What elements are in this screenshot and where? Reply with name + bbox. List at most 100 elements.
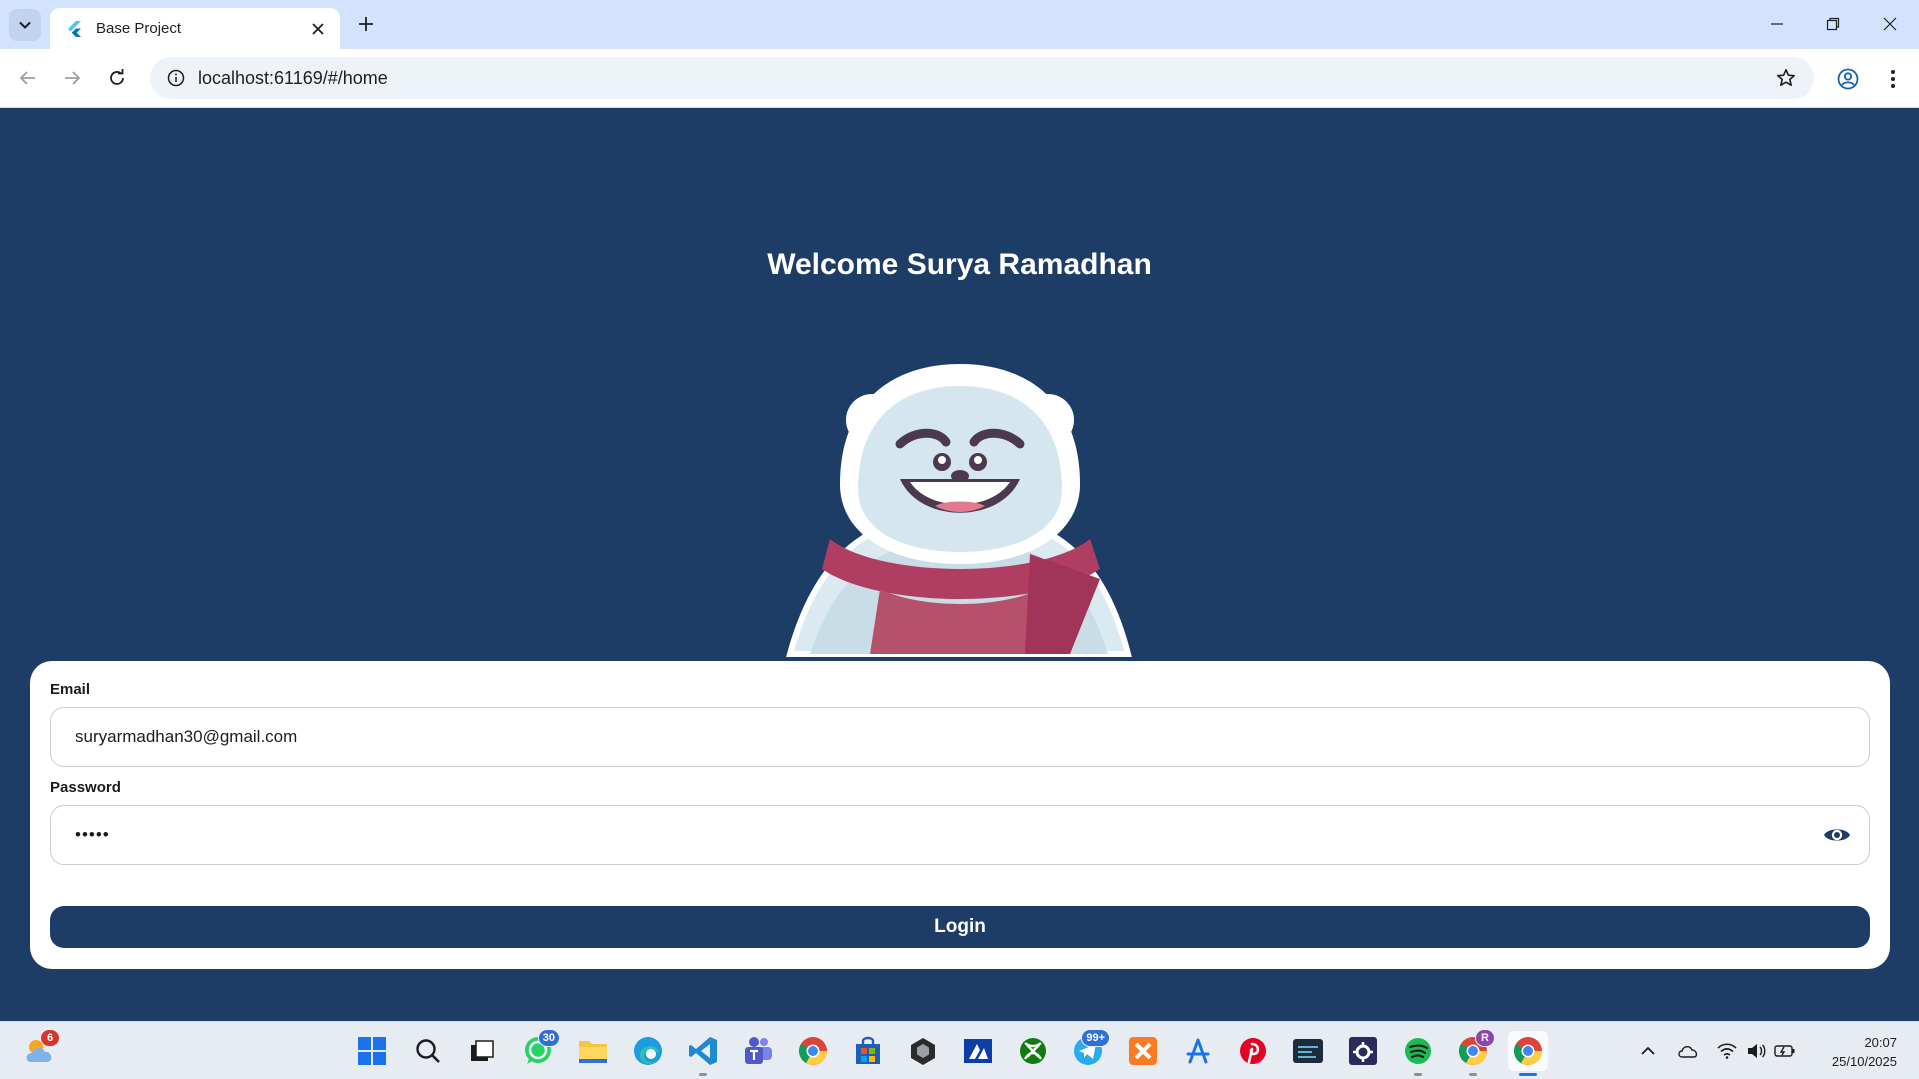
cloud-icon [1678,1046,1698,1058]
profile-icon [1837,68,1859,90]
chrome-icon [799,1037,827,1065]
arrow-left-icon [19,71,35,85]
password-value: ••••• [75,825,110,844]
xbox-icon [1020,1038,1046,1064]
windows-taskbar: 6 30 99+ R 20:07 25/10/2025 [0,1021,1919,1079]
profile-button[interactable] [1832,63,1864,95]
clock-date: 25/10/2025 [1831,1054,1897,1069]
site-info-icon[interactable] [164,66,188,90]
forward-button[interactable] [57,63,87,93]
vscode-app[interactable] [683,1031,723,1076]
login-card: Email suryarmadhan30@gmail.com Password … [30,661,1890,969]
app-launcher-app[interactable] [1178,1031,1218,1071]
running-indicator [699,1073,707,1076]
pinterest-app[interactable] [1233,1031,1273,1071]
windows-logo-icon [358,1037,386,1065]
browser-tab-active[interactable]: Base Project [50,8,340,49]
search-icon [416,1039,440,1063]
reload-icon [110,69,124,85]
azure-app[interactable] [958,1031,998,1071]
spotify-icon [1405,1038,1431,1064]
browser-tabstrip: Base Project [0,0,1919,49]
chrome-icon [1514,1037,1542,1065]
onedrive-tray[interactable] [1675,1038,1701,1064]
wifi-tray[interactable] [1714,1038,1740,1064]
reload-button[interactable] [102,63,132,93]
weather-badge: 6 [40,1029,60,1047]
email-label: Email [50,681,91,698]
eye-icon [1824,829,1850,841]
xbox-app[interactable] [1013,1031,1053,1071]
weather-widget[interactable]: 6 [20,1029,60,1071]
login-button[interactable]: Login [50,906,1870,948]
pinterest-icon [1240,1038,1266,1064]
active-indicator [1519,1073,1537,1076]
chrome-active-app[interactable] [1508,1031,1548,1076]
email-value: suryarmadhan30@gmail.com [75,727,298,746]
whatsapp-app[interactable]: 30 [518,1029,560,1071]
password-field[interactable]: ••••• [50,805,1870,865]
volume-icon [1748,1044,1766,1058]
chevron-up-icon [1641,1046,1655,1055]
edge-icon [634,1037,662,1065]
email-field[interactable]: suryarmadhan30@gmail.com [50,707,1870,767]
gear-icon [1349,1037,1377,1065]
xampp-icon [1129,1037,1157,1065]
close-icon [312,22,324,35]
task-view-icon [471,1040,494,1061]
address-bar[interactable]: localhost:61169/#/home [150,57,1814,99]
password-label: Password [50,779,121,796]
more-vert-icon [1891,70,1895,88]
back-button[interactable] [13,63,43,93]
edge-app[interactable] [628,1031,668,1071]
tray-overflow-button[interactable] [1635,1038,1661,1064]
bookmark-star-icon[interactable] [1768,60,1804,96]
spotify-app[interactable] [1398,1031,1438,1076]
teams-icon [745,1037,772,1064]
clock-time: 20:07 [1864,1035,1897,1050]
chrome-profile-app[interactable]: R [1453,1029,1495,1076]
telegram-app[interactable]: 99+ [1068,1029,1110,1071]
volume-tray[interactable] [1743,1038,1769,1064]
teams-app[interactable] [738,1031,778,1071]
new-tab-button[interactable] [352,10,380,38]
tab-title: Base Project [96,20,182,37]
app-page: Welcome Surya Ramadhan Email suryarmadha… [0,109,1919,1021]
restore-icon [1826,17,1840,31]
settings-tool-app[interactable] [1343,1031,1383,1071]
xampp-app[interactable] [1123,1031,1163,1071]
store-icon [856,1036,880,1064]
taskbar-search-button[interactable] [408,1031,448,1071]
terminal-app[interactable] [1288,1031,1328,1071]
terminal-icon [1293,1039,1323,1063]
flutter-favicon-icon [68,20,81,37]
telegram-badge: 99+ [1081,1029,1110,1047]
tab-close-button[interactable] [308,19,328,39]
microsoft-store-app[interactable] [848,1031,888,1071]
welcome-heading: Welcome Surya Ramadhan [767,248,1152,281]
tab-search-button[interactable] [9,9,41,41]
battery-tray[interactable] [1772,1038,1798,1064]
folder-icon [579,1041,607,1063]
task-view-button[interactable] [462,1031,502,1071]
close-window-button[interactable] [1872,8,1908,40]
start-button[interactable] [352,1031,392,1071]
toggle-password-visibility-button[interactable] [1819,817,1855,853]
unity-app[interactable] [903,1031,943,1071]
unity-icon [911,1038,935,1065]
address-url: localhost:61169/#/home [198,67,388,88]
running-indicator [1414,1073,1422,1076]
file-explorer-app[interactable] [573,1031,613,1071]
minimize-icon [1771,23,1783,25]
running-indicator [1469,1073,1477,1076]
browser-menu-button[interactable] [1877,63,1909,95]
chrome-profile-badge: R [1475,1029,1495,1047]
minimize-button[interactable] [1759,8,1795,40]
close-icon [1883,17,1897,31]
chrome-app[interactable] [793,1031,833,1071]
restore-button[interactable] [1815,8,1851,40]
whatsapp-badge: 30 [537,1029,560,1047]
taskbar-clock[interactable]: 20:07 25/10/2025 [1832,1033,1897,1071]
wifi-icon [1717,1043,1737,1059]
battery-charging-icon [1774,1045,1795,1057]
